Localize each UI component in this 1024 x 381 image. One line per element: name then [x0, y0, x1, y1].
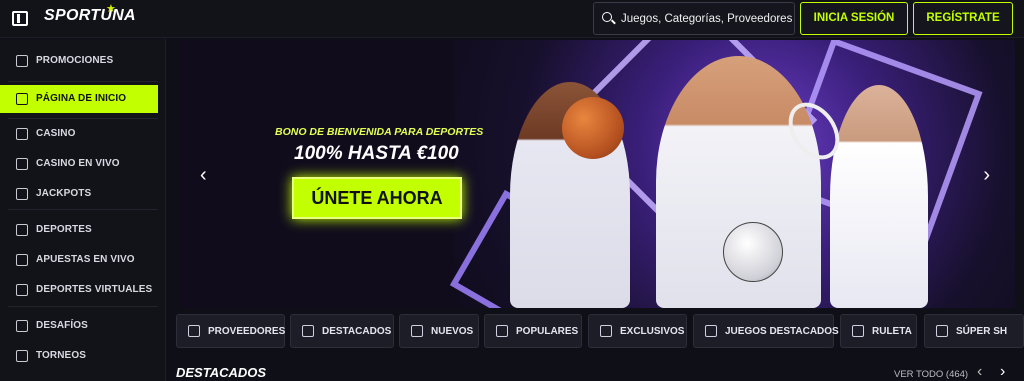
sidebar-item-label: CASINO	[36, 128, 76, 139]
sidebar-item-promociones[interactable]: PROMOCIONES	[0, 47, 158, 75]
gamepad-icon	[16, 284, 28, 296]
sidebar-item-label: DESAFÍOS	[36, 320, 88, 331]
tab-label: DESTACADOS	[322, 326, 392, 337]
tab-popular[interactable]: POPULARES	[484, 314, 582, 348]
live-casino-icon	[16, 158, 28, 170]
register-button[interactable]: REGÍSTRATE	[913, 2, 1013, 35]
hero-banner[interactable]: BONO DE BIENVENIDA PARA DEPORTES 100% HA…	[180, 40, 1015, 308]
banner-headline: 100% HASTA €100	[294, 143, 459, 164]
tab-exclusive[interactable]: EXCLUSIVOS	[588, 314, 687, 348]
logo-star-icon: ★	[106, 3, 116, 15]
sidebar-item-jackpots[interactable]: JACKPOTS	[0, 180, 158, 208]
chevron-left-icon[interactable]: ‹	[200, 164, 207, 187]
sidebar-item-casino[interactable]: CASINO	[0, 120, 158, 148]
tab-label: PROVEEDORES	[208, 326, 286, 337]
sidebar-item-live-casino[interactable]: CASINO EN VIVO	[0, 150, 158, 178]
sidebar-item-label: DEPORTES	[36, 224, 92, 235]
medal-icon	[16, 320, 28, 332]
seven-icon	[16, 188, 28, 200]
sidebar-item-sports[interactable]: DEPORTES	[0, 216, 158, 244]
view-all-link[interactable]: VER TODO (464)	[894, 369, 968, 380]
tab-label: EXCLUSIVOS	[620, 326, 685, 337]
trophy-icon	[16, 350, 28, 362]
roulette-icon	[852, 325, 864, 337]
tab-featured-games[interactable]: JUEGOS DESTACADOS	[693, 314, 839, 348]
banner-kicker: BONO DE BIENVENIDA PARA DEPORTES	[275, 126, 484, 138]
chevron-left-icon[interactable]: ‹	[977, 363, 982, 381]
featured-section-title: DESTACADOS	[176, 365, 267, 380]
sidebar-item-label: DEPORTES VIRTUALES	[36, 284, 153, 295]
sidebar-item-label: JACKPOTS	[36, 188, 92, 199]
sidebar-item-label: APUESTAS EN VIVO	[36, 254, 135, 265]
sidebar-divider	[8, 209, 158, 210]
sidebar-item-label: PROMOCIONES	[36, 55, 114, 66]
soccer-icon	[16, 224, 28, 236]
tab-roulette[interactable]: RULETA	[840, 314, 917, 348]
tab-label: JUEGOS DESTACADOS	[725, 326, 839, 337]
sidebar-item-label: PÁGINA DE INICIO	[36, 93, 127, 104]
sidebar-item-label: CASINO EN VIVO	[36, 158, 120, 169]
tab-label: SÚPER SH	[956, 326, 1008, 337]
sidebar-divider	[8, 81, 158, 82]
sidebar-divider	[8, 306, 158, 307]
search-icon	[602, 12, 612, 22]
sidebar: PROMOCIONES PÁGINA DE INICIO CASINO CASI…	[0, 39, 166, 381]
chevron-right-icon[interactable]: ›	[983, 164, 990, 187]
sidebar-item-virtual-sports[interactable]: DEPORTES VIRTUALES	[0, 276, 158, 304]
mic-icon	[936, 325, 948, 337]
soccer-ball-icon	[723, 222, 783, 282]
login-button[interactable]: INICIA SESIÓN	[800, 2, 908, 35]
chevron-right-icon[interactable]: ›	[1000, 363, 1005, 381]
search-input[interactable]: Juegos, Categorías, Proveedores	[593, 2, 795, 35]
tab-label: POPULARES	[516, 326, 579, 337]
card-icon	[705, 325, 717, 337]
sidebar-item-live-bets[interactable]: APUESTAS EN VIVO	[0, 246, 158, 274]
search-placeholder: Juegos, Categorías, Proveedores	[621, 13, 793, 25]
video-icon	[16, 254, 28, 266]
sidebar-item-tournaments[interactable]: TORNEOS	[0, 342, 158, 370]
tab-new[interactable]: NUEVOS	[399, 314, 479, 348]
tab-super-show[interactable]: SÚPER SH	[924, 314, 1024, 348]
sidebar-toggle-icon[interactable]	[12, 11, 28, 26]
tennis-player-image	[830, 85, 928, 308]
gift-icon	[16, 55, 28, 67]
crown-icon	[302, 325, 314, 337]
tab-featured[interactable]: DESTACADOS	[290, 314, 394, 348]
category-tabs: PROVEEDORES DESTACADOS NUEVOS POPULARES …	[176, 314, 1024, 348]
sidebar-divider	[8, 118, 158, 119]
lightning-icon	[411, 325, 423, 337]
sidebar-item-challenges[interactable]: DESAFÍOS	[0, 312, 158, 340]
layers-icon	[188, 325, 200, 337]
cards-icon	[16, 128, 28, 140]
sidebar-item-label: TORNEOS	[36, 350, 86, 361]
brand-logo[interactable]: SPORTUNA	[44, 7, 136, 25]
tab-label: NUEVOS	[431, 326, 474, 337]
top-bar: SPORTUNA ★ Juegos, Categorías, Proveedor…	[0, 0, 1024, 38]
home-icon	[16, 93, 28, 105]
sidebar-item-home[interactable]: PÁGINA DE INICIO	[0, 85, 158, 113]
diamond-icon	[600, 325, 612, 337]
tab-providers[interactable]: PROVEEDORES	[176, 314, 285, 348]
flame-icon	[496, 325, 508, 337]
tab-label: RULETA	[872, 326, 912, 337]
basketball-icon	[562, 97, 624, 159]
join-now-button[interactable]: ÚNETE AHORA	[292, 177, 462, 219]
